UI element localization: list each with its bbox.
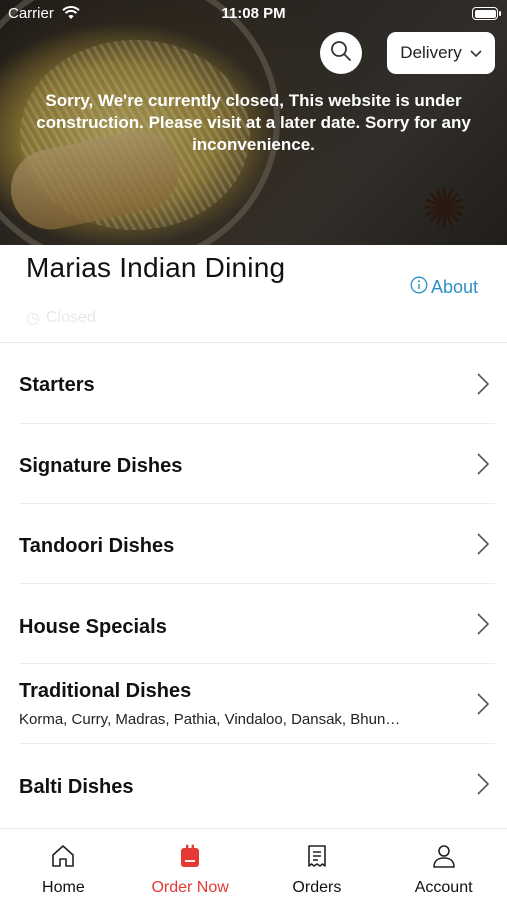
menu-category-house-specials[interactable]: House Specials [0,584,507,664]
info-icon [410,276,428,299]
chevron-right-icon [477,773,490,800]
menu-category-tandoori-dishes[interactable]: Tandoori Dishes [0,504,507,584]
account-icon [431,843,457,874]
bottom-nav: Home Order Now Orders Account [0,828,507,900]
home-icon [50,843,76,874]
menu-category-starters[interactable]: Starters [0,344,507,424]
category-name: Starters [19,374,95,396]
chevron-right-icon [477,533,490,560]
search-icon [330,40,352,67]
category-name: Tandoori Dishes [19,535,175,557]
search-button[interactable] [320,32,362,74]
nav-home[interactable]: Home [0,829,127,900]
category-name: Signature Dishes [19,455,183,477]
nav-account-label: Account [414,879,473,896]
battery-icon [472,7,501,20]
menu-category-balti-dishes[interactable]: Balti Dishes [0,744,507,824]
nav-orders-label: Orders [292,879,342,896]
clock-icon: ◷ [26,310,40,327]
receipt-icon [304,843,330,874]
nav-order-now[interactable]: Order Now [127,829,254,900]
open-status-label: Closed [45,309,96,326]
nav-home-label: Home [42,879,85,896]
menu-category-traditional-dishes[interactable]: Traditional Dishes Korma, Curry, Madras,… [0,664,507,744]
chevron-down-icon [470,43,482,63]
about-label: About [431,277,479,297]
chevron-right-icon [477,613,490,640]
category-name: Balti Dishes [19,776,134,798]
divider [0,342,507,343]
chevron-right-icon [477,693,490,720]
nav-orders[interactable]: Orders [254,829,381,900]
chevron-right-icon [477,373,490,400]
hero-spice: ✺ [421,179,467,239]
clock: 11:08 PM [221,5,286,22]
nav-account[interactable]: Account [380,829,507,900]
category-name: House Specials [19,616,167,638]
about-link[interactable]: About [410,276,478,299]
status-bar: Carrier 11:08 PM [0,0,507,28]
chevron-right-icon [477,453,490,480]
restaurant-name: Marias Indian Dining [26,252,286,283]
order-bag-icon [177,843,203,874]
nav-order-now-label: Order Now [151,879,229,896]
delivery-mode-select[interactable]: Delivery [387,32,495,74]
category-description: Korma, Curry, Madras, Pathia, Vindaloo, … [19,711,401,728]
open-status: ◷ Closed [26,308,96,328]
menu-category-signature-dishes[interactable]: Signature Dishes [0,424,507,504]
delivery-mode-label: Delivery [400,43,462,62]
category-name: Traditional Dishes [19,680,192,702]
closed-notice: Sorry, We're currently closed, This webs… [36,91,471,154]
